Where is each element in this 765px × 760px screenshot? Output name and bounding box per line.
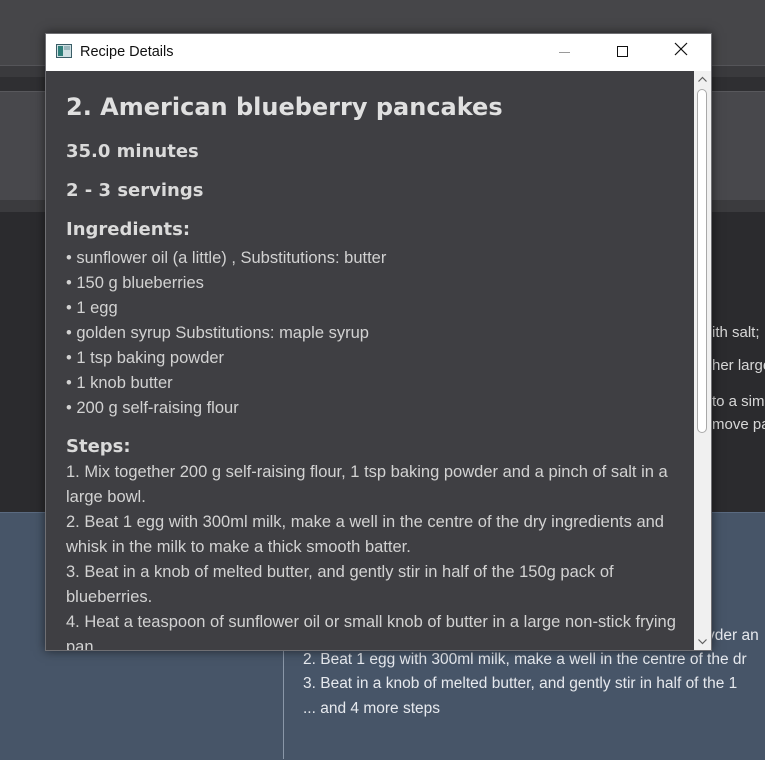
background-text-line: her large: [712, 357, 765, 374]
ingredients-heading: Ingredients:: [66, 219, 191, 240]
step-item: 4. Heat a teaspoon of sunflower oil or s…: [66, 613, 676, 650]
app-window-icon: [56, 44, 72, 58]
scroll-down-arrow-icon[interactable]: [694, 633, 711, 650]
background-step-line: 3. Beat in a knob of melted butter, and …: [303, 675, 738, 692]
scrollbar-thumb[interactable]: [697, 89, 707, 433]
window-title: Recipe Details: [80, 44, 174, 60]
background-more-steps: ... and 4 more steps: [303, 700, 440, 717]
close-icon: [674, 42, 688, 56]
background-text-line: to a sim: [712, 393, 765, 410]
recipe-servings: 2 - 3 servings: [66, 180, 204, 201]
ingredient-item: • 1 tsp baking powder: [66, 349, 225, 367]
maximize-icon: [617, 46, 628, 57]
step-item: 2. Beat 1 egg with 300ml milk, make a we…: [66, 513, 664, 556]
ingredient-item: • 200 g self-raising flour: [66, 399, 239, 417]
ingredient-item: • 1 knob butter: [66, 374, 173, 392]
step-item: 1. Mix together 200 g self-raising flour…: [66, 463, 668, 506]
steps-heading: Steps:: [66, 436, 131, 457]
minimize-icon: [559, 52, 570, 53]
ingredient-item: • 150 g blueberries: [66, 274, 204, 292]
ingredient-item: • sunflower oil (a little) , Substitutio…: [66, 249, 387, 267]
scroll-up-arrow-icon[interactable]: [694, 71, 711, 88]
recipe-title: 2. American blueberry pancakes: [66, 93, 503, 121]
close-button[interactable]: [652, 34, 710, 71]
background-text-line: move pa: [712, 416, 765, 433]
background-step-line: 2. Beat 1 egg with 300ml milk, make a we…: [303, 651, 747, 668]
vertical-scrollbar[interactable]: [694, 71, 711, 650]
step-item: 3. Beat in a knob of melted butter, and …: [66, 563, 614, 606]
minimize-button[interactable]: [536, 34, 594, 71]
maximize-button[interactable]: [594, 34, 652, 71]
recipe-details-window: Recipe Details 2. American blueberry pan…: [45, 33, 712, 651]
ingredient-item: • 1 egg: [66, 299, 118, 317]
recipe-time: 35.0 minutes: [66, 141, 199, 162]
ingredient-item: • golden syrup Substitutions: maple syru…: [66, 324, 369, 342]
background-text-line: ith salt;: [712, 324, 760, 341]
recipe-content-area[interactable]: 2. American blueberry pancakes 35.0 minu…: [46, 71, 694, 650]
background-step-line: vder an: [707, 627, 759, 644]
title-bar[interactable]: Recipe Details: [46, 34, 711, 71]
